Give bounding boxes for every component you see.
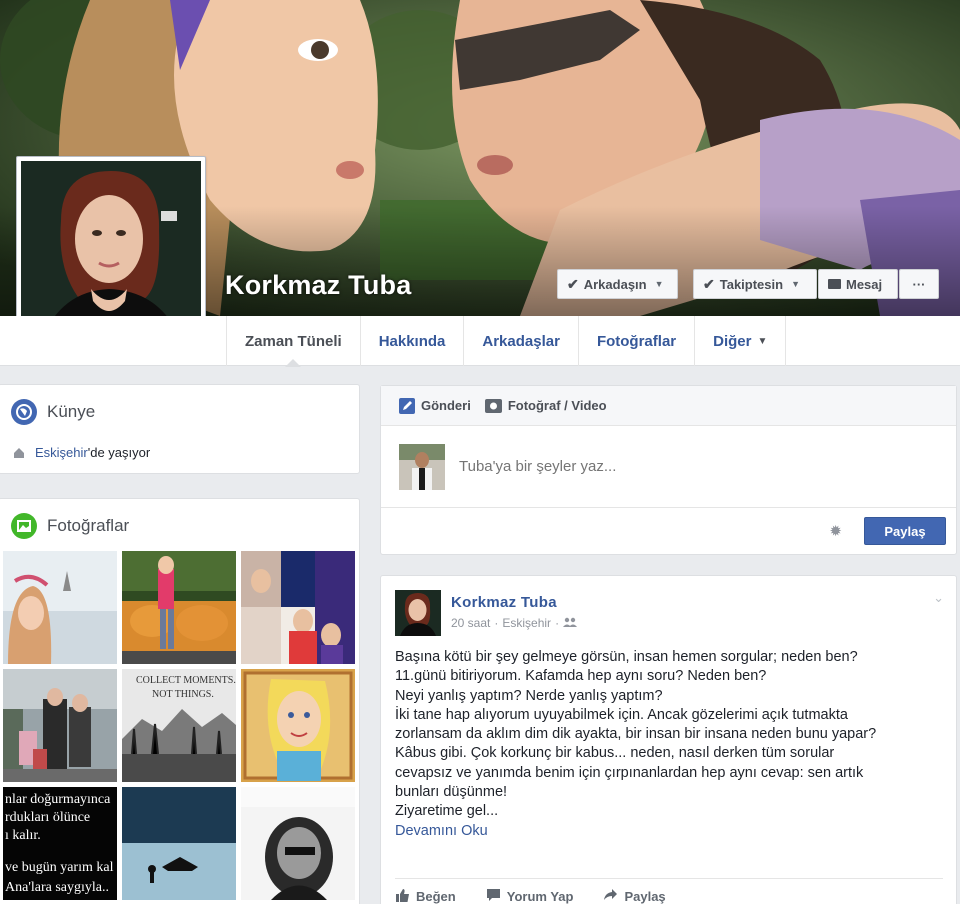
gear-icon[interactable]: ✹: [829, 522, 842, 540]
comment-button[interactable]: Yorum Yap: [486, 888, 574, 904]
more-icon: ···: [912, 276, 926, 292]
post-author[interactable]: Korkmaz Tuba: [451, 594, 577, 611]
profile-nav: Zaman Tüneli Hakkında Arkadaşlar Fotoğra…: [0, 316, 960, 367]
comment-label: Yorum Yap: [506, 889, 574, 904]
globe-icon: [11, 399, 37, 425]
tile-text-quote-3: ı kalır.: [5, 828, 41, 843]
city-suffix: 'de yaşıyor: [87, 445, 151, 460]
check-icon: ✔: [567, 275, 579, 292]
photo-thumb[interactable]: COLLECT MOMENTS. NOT THINGS.: [122, 669, 236, 782]
post-line: İki tane hap alıyorum uyuyabilmek için. …: [395, 706, 848, 723]
post-line: bunları düşünme!: [395, 784, 508, 801]
profile-name[interactable]: Korkmaz Tuba: [225, 270, 411, 301]
friends-button[interactable]: ✔ Arkadaşın ▼: [557, 269, 678, 299]
chevron-down-icon: ▼: [757, 335, 768, 347]
more-button[interactable]: ···: [899, 269, 939, 299]
composer: Gönderi Fotoğraf / Video ✹ Paylaş: [380, 385, 957, 555]
composer-input[interactable]: [459, 458, 879, 475]
post-line: Başına kötü bir şey gelmeye görsün, insa…: [395, 649, 858, 665]
intro-city-line: Eskişehir'de yaşıyor: [0, 439, 359, 466]
photos-card: Fotoğraflar COLLECT MOMENTS. NOT THINGS. …: [0, 498, 360, 904]
post-card: Korkmaz Tuba 20 saat · Eskişehir · ⌄ Baş…: [380, 575, 957, 904]
tab-photos[interactable]: Fotoğraflar: [579, 316, 696, 366]
like-button[interactable]: Beğen: [395, 888, 456, 904]
camera-icon: [484, 398, 502, 413]
photo-thumb[interactable]: [241, 551, 355, 664]
post-actions: Beğen Yorum Yap Paylaş: [395, 878, 943, 904]
tab-photos-label: Fotoğraflar: [596, 332, 677, 350]
tile-text-collect-2: NOT THINGS.: [152, 689, 214, 700]
post-options-chevron-icon[interactable]: ⌄: [933, 590, 944, 606]
post-location[interactable]: Eskişehir: [502, 616, 551, 630]
post-line: zorlansam da aklım dim dik ayakta, bir i…: [395, 726, 877, 743]
tab-timeline-label: Zaman Tüneli: [245, 332, 342, 350]
photo-thumb[interactable]: [122, 787, 236, 900]
post-time[interactable]: 20 saat: [451, 616, 490, 630]
like-label: Beğen: [416, 889, 456, 904]
tab-about[interactable]: Hakkında: [361, 316, 465, 366]
post-line: Kâbus gibi. Çok korkunç bir kabus... ned…: [395, 745, 835, 762]
user-avatar[interactable]: [399, 443, 445, 490]
post-meta: 20 saat · Eskişehir ·: [451, 616, 578, 630]
tab-more[interactable]: Diğer ▼: [695, 316, 787, 366]
photo-thumb[interactable]: [3, 669, 117, 782]
composer-tab-photo-label: Fotoğraf / Video: [507, 398, 607, 413]
meta-separator: ·: [555, 616, 560, 630]
city-link[interactable]: Eskişehir: [35, 445, 88, 460]
photo-icon: [11, 513, 37, 539]
friends-button-label: Arkadaşın: [583, 276, 647, 292]
meta-separator: ·: [494, 616, 499, 630]
tile-text-quote-1: nlar doğurmayınca: [5, 792, 111, 807]
pencil-icon: [399, 397, 415, 414]
tab-friends-label: Arkadaşlar: [482, 332, 560, 350]
message-button[interactable]: Mesaj: [818, 269, 898, 299]
composer-tab-post[interactable]: Gönderi: [399, 397, 471, 414]
post-share-label: Paylaş: [624, 889, 666, 904]
photo-thumb[interactable]: [3, 551, 117, 664]
intro-card: Künye Eskişehir'de yaşıyor: [0, 384, 360, 474]
see-more-link[interactable]: Devamını Oku: [381, 822, 956, 841]
photo-grid: COLLECT MOMENTS. NOT THINGS. nlar doğurma…: [3, 551, 355, 900]
post-line: Neyi yanlış yaptım? Nerde yanlış yaptım?: [395, 687, 663, 704]
post-line: Ziyaretime gel...: [395, 803, 499, 820]
check-icon: ✔: [703, 275, 715, 292]
avatar: [21, 161, 201, 341]
share-button[interactable]: Paylaş: [864, 517, 946, 545]
post-line: 11.günü bitiriyorum. Kafamda hep aynı so…: [395, 668, 767, 685]
thumbs-up-icon: [395, 888, 410, 904]
chevron-down-icon: ▼: [654, 279, 664, 289]
post-share-button[interactable]: Paylaş: [603, 888, 666, 904]
post-avatar[interactable]: [395, 590, 441, 636]
following-button-label: Takiptesin: [719, 276, 784, 292]
home-icon: [13, 447, 25, 459]
comment-icon: [486, 888, 501, 904]
photos-title[interactable]: Fotoğraflar: [47, 516, 129, 536]
composer-tab-photo[interactable]: Fotoğraf / Video: [484, 398, 607, 413]
message-button-label: Mesaj: [846, 276, 883, 292]
following-button[interactable]: ✔ Takiptesin ▼: [693, 269, 817, 299]
chevron-down-icon: ▼: [791, 279, 800, 289]
composer-tab-post-label: Gönderi: [421, 398, 471, 413]
post-text: Başına kötü bir şey gelmeye görsün, insa…: [381, 636, 956, 822]
post-line: cevapsız ve yanımda benim için çırpınanl…: [395, 764, 864, 781]
photo-thumb[interactable]: [122, 551, 236, 664]
tile-text-collect-1: COLLECT MOMENTS.: [136, 675, 236, 686]
tab-about-label: Hakkında: [378, 332, 446, 350]
photo-thumb[interactable]: [241, 787, 355, 900]
message-icon: [828, 279, 841, 289]
tile-text-quote-5: Ana'lara saygıyla..: [5, 880, 109, 895]
tile-text-quote-4: ve bugün yarım kal: [5, 860, 114, 875]
tab-more-label: Diğer: [713, 332, 752, 350]
photo-thumb[interactable]: [241, 669, 355, 782]
tile-text-quote-2: rdukları ölünce: [5, 810, 90, 825]
tab-timeline[interactable]: Zaman Tüneli: [226, 316, 361, 367]
friends-audience-icon[interactable]: [563, 616, 578, 630]
share-arrow-icon: [603, 888, 618, 904]
tab-friends[interactable]: Arkadaşlar: [464, 316, 579, 366]
photo-thumb[interactable]: nlar doğurmayınca rdukları ölünce ı kalır.…: [3, 787, 117, 900]
intro-title: Künye: [47, 402, 96, 421]
